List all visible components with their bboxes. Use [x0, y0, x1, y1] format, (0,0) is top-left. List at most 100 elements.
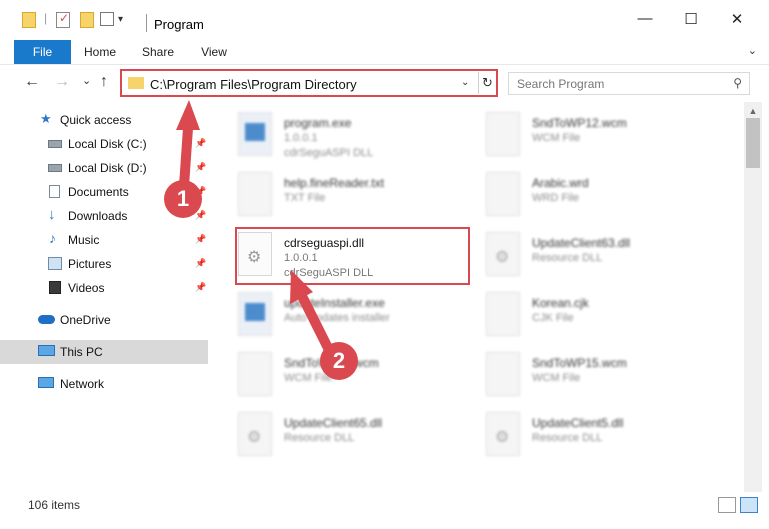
- file-item-updateclient65[interactable]: UpdateClient65.dll Resource DLL: [210, 408, 450, 464]
- step-2-badge: 2: [320, 342, 358, 380]
- address-path[interactable]: C:\Program Files\Program Directory: [150, 77, 357, 92]
- title-separator: [146, 14, 147, 32]
- file-item-sndtowp12[interactable]: SndToWP12.wcm WCM File: [458, 108, 698, 164]
- file-item-sndtowp15[interactable]: SndToWP15.wcm WCM File: [458, 348, 698, 404]
- file-description: cdrSeguASPI DLL: [284, 147, 374, 159]
- drive-icon: [48, 164, 62, 172]
- sidebar-item-onedrive[interactable]: OneDrive: [0, 308, 208, 332]
- sidebar-item-label: Quick access: [60, 113, 132, 127]
- tab-home[interactable]: Home: [78, 40, 122, 64]
- file-name: UpdateClient65.dll: [284, 416, 383, 430]
- videos-icon: [49, 281, 61, 294]
- search-input[interactable]: Search Program ⚲: [508, 72, 750, 95]
- sidebar-item-pictures[interactable]: Pictures 📌: [0, 252, 208, 276]
- back-button[interactable]: ←: [24, 73, 40, 91]
- vertical-scrollbar[interactable]: ▲: [744, 102, 762, 492]
- file-type: WCM File: [532, 372, 581, 384]
- folder-icon: [22, 12, 36, 28]
- scrollbar-thumb[interactable]: [746, 118, 760, 168]
- file-item-korean-cjk[interactable]: Korean.cjk CJK File: [458, 288, 698, 344]
- forward-button[interactable]: →: [54, 73, 70, 91]
- file-type: Resource DLL: [284, 432, 355, 444]
- sidebar-item-quick-access[interactable]: ★ Quick access: [0, 108, 208, 132]
- file-version: 1.0.0.1: [284, 132, 318, 144]
- sidebar-item-this-pc[interactable]: This PC: [0, 340, 208, 364]
- documents-icon: [49, 185, 60, 198]
- sidebar-item-label: Videos: [68, 281, 105, 295]
- pin-icon[interactable]: 📌: [195, 138, 206, 149]
- maximize-button[interactable]: ☐: [668, 10, 714, 40]
- tab-file[interactable]: File: [14, 40, 71, 64]
- sidebar-item-label: Music: [68, 233, 100, 247]
- item-count: 106 items: [28, 498, 81, 512]
- search-placeholder: Search Program: [517, 77, 605, 91]
- sidebar-item-label: Local Disk (D:): [68, 161, 147, 175]
- customize-toolbar-icon[interactable]: [100, 12, 114, 26]
- sidebar-item-label: Pictures: [68, 257, 112, 271]
- file-list: program.exe 1.0.0.1 cdrSeguASPI DLL help…: [210, 102, 744, 492]
- file-icon: [486, 172, 520, 216]
- folder-icon: [128, 77, 144, 89]
- toolbar-dropdown-icon[interactable]: ▾: [118, 14, 123, 25]
- step-1-badge: 1: [164, 180, 202, 218]
- sidebar-item-videos[interactable]: Videos 📌: [0, 276, 208, 300]
- target-file-highlight: [235, 227, 470, 285]
- pictures-icon: [48, 257, 62, 270]
- file-item-updateclient5[interactable]: UpdateClient5.dll Resource DLL: [458, 408, 698, 464]
- new-folder-icon[interactable]: [80, 12, 94, 28]
- address-dropdown-icon[interactable]: ⌄: [461, 77, 469, 88]
- file-name: help.fineReader.txt: [284, 176, 385, 190]
- cloud-icon: [38, 315, 55, 324]
- file-item-updateclient63[interactable]: UpdateClient63.dll Resource DLL: [458, 228, 698, 284]
- window-title: Program: [154, 17, 204, 32]
- file-type: Resource DLL: [532, 252, 603, 264]
- sidebar-item-local-disk-c[interactable]: Local Disk (C:) 📌: [0, 132, 208, 156]
- exe-icon: [238, 292, 272, 336]
- sidebar-item-label: OneDrive: [60, 313, 111, 327]
- tab-view[interactable]: View: [192, 40, 236, 64]
- up-button[interactable]: ↑: [100, 73, 108, 91]
- file-type: Resource DLL: [532, 432, 603, 444]
- pin-icon[interactable]: 📌: [195, 162, 206, 173]
- file-type: WRD File: [532, 192, 580, 204]
- file-name: program.exe: [284, 116, 352, 130]
- pin-icon[interactable]: 📌: [195, 258, 206, 269]
- file-item-updateinstaller-exe[interactable]: updateInstaller.exe Auto updates install…: [210, 288, 450, 344]
- file-item-program-exe[interactable]: program.exe 1.0.0.1 cdrSeguASPI DLL: [210, 108, 450, 164]
- details-view-icon[interactable]: [718, 497, 736, 513]
- file-name: UpdateClient63.dll: [532, 236, 631, 250]
- dll-gear-icon: [486, 232, 520, 276]
- pin-icon[interactable]: 📌: [195, 282, 206, 293]
- pin-icon[interactable]: 📌: [195, 234, 206, 245]
- file-icon: [486, 352, 520, 396]
- sidebar-item-label: Documents: [68, 185, 129, 199]
- properties-icon[interactable]: ✓: [56, 11, 70, 28]
- address-bar[interactable]: C:\Program Files\Program Directory ⌄ ↻: [120, 69, 498, 97]
- file-icon: [486, 292, 520, 336]
- scroll-up-icon[interactable]: ▲: [744, 106, 762, 116]
- refresh-button[interactable]: ↻: [478, 72, 496, 94]
- sidebar-item-local-disk-d[interactable]: Local Disk (D:) 📌: [0, 156, 208, 180]
- music-icon: ♪: [49, 230, 56, 246]
- file-icon: [238, 352, 272, 396]
- navigation-pane: ★ Quick access Local Disk (C:) 📌 Local D…: [0, 102, 210, 492]
- sidebar-item-label: Downloads: [68, 209, 128, 223]
- file-type: WCM File: [532, 132, 581, 144]
- file-name: updateInstaller.exe: [284, 296, 385, 310]
- recent-locations-button[interactable]: ⌄: [82, 74, 91, 87]
- status-bar: 106 items: [0, 492, 769, 529]
- file-item-arabic-wrd[interactable]: Arabic.wrd WRD File: [458, 168, 698, 224]
- close-button[interactable]: ✕: [714, 10, 760, 40]
- address-row: ← → ⌄ ↑ C:\Program Files\Program Directo…: [0, 64, 769, 102]
- expand-ribbon-icon[interactable]: ⌄: [748, 44, 757, 57]
- sidebar-item-music[interactable]: ♪ Music 📌: [0, 228, 208, 252]
- drive-icon: [48, 140, 62, 148]
- sidebar-item-network[interactable]: Network: [0, 372, 208, 396]
- minimize-button[interactable]: —: [622, 10, 668, 40]
- file-type: TXT File: [284, 192, 326, 204]
- search-icon[interactable]: ⚲: [733, 76, 742, 90]
- dll-gear-icon: [238, 412, 272, 456]
- tab-share[interactable]: Share: [136, 40, 180, 64]
- tiles-view-icon[interactable]: [740, 497, 758, 513]
- file-item-help-txt[interactable]: help.fineReader.txt TXT File: [210, 168, 450, 224]
